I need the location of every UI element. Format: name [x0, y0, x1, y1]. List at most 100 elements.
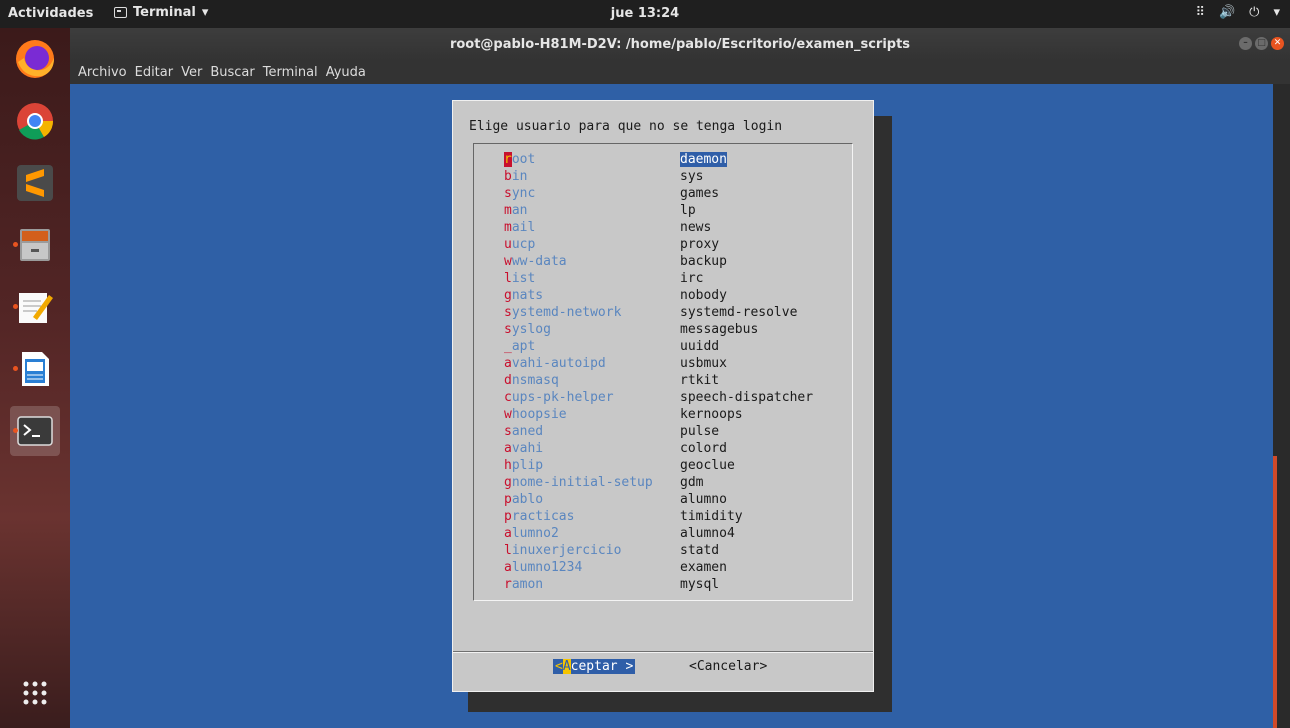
- list-item-description: irc: [680, 271, 704, 286]
- list-item[interactable]: _apt uuidd: [474, 339, 854, 356]
- clock[interactable]: jue 13:24: [611, 6, 679, 21]
- volume-icon[interactable]: 🔊: [1219, 5, 1235, 20]
- list-item-tag: _apt: [504, 339, 536, 354]
- list-item[interactable]: cups-pk-helper speech-dispatcher: [474, 390, 854, 407]
- accept-button[interactable]: <Aceptar >: [553, 659, 636, 674]
- menu-buscar[interactable]: Buscar: [210, 65, 254, 80]
- list-item-tag: saned: [504, 424, 544, 439]
- app-menu-button[interactable]: Terminal ▾: [114, 5, 208, 20]
- cancel-button[interactable]: <Cancelar>: [689, 659, 767, 674]
- list-item-description: geoclue: [680, 458, 735, 473]
- list-item[interactable]: ramon mysql: [474, 577, 854, 594]
- list-item-description: statd: [680, 543, 720, 558]
- list-item[interactable]: linuxerjercicio statd: [474, 543, 854, 560]
- list-item-tag: alumno1234: [504, 560, 583, 575]
- app-menu-label: Terminal: [133, 5, 196, 20]
- list-item-tag: ramon: [504, 577, 544, 592]
- list-item-tag: root: [504, 152, 536, 167]
- list-item[interactable]: pablo alumno: [474, 492, 854, 509]
- dialog-prompt: Elige usuario para que no se tenga login: [469, 119, 783, 134]
- list-item-description: alumno: [680, 492, 727, 507]
- sublime-text-icon[interactable]: [10, 158, 60, 208]
- list-item-tag: man: [504, 203, 528, 218]
- list-item-tag: cups-pk-helper: [504, 390, 614, 405]
- list-item-tag: hplip: [504, 458, 544, 473]
- list-item-tag: linuxerjercicio: [504, 543, 622, 558]
- chevron-down-icon[interactable]: ▾: [1273, 5, 1280, 20]
- close-button[interactable]: ✕: [1271, 37, 1284, 50]
- menu-ver[interactable]: Ver: [181, 65, 202, 80]
- list-item-description: alumno4: [680, 526, 735, 541]
- list-item[interactable]: avahi-autoipd usbmux: [474, 356, 854, 373]
- list-item[interactable]: sync games: [474, 186, 854, 203]
- menu-terminal[interactable]: Terminal: [263, 65, 318, 80]
- chrome-icon[interactable]: [10, 96, 60, 146]
- list-item-tag: whoopsie: [504, 407, 567, 422]
- list-item-description: speech-dispatcher: [680, 390, 814, 405]
- list-item[interactable]: alumno1234 examen: [474, 560, 854, 577]
- list-item[interactable]: gnome-initial-setup gdm: [474, 475, 854, 492]
- list-item-tag: alumno2: [504, 526, 559, 541]
- files-icon[interactable]: [10, 220, 60, 270]
- list-item-tag: uucp: [504, 237, 536, 252]
- list-item[interactable]: whoopsie kernoops: [474, 407, 854, 424]
- list-item[interactable]: mail news: [474, 220, 854, 237]
- minimize-button[interactable]: –: [1239, 37, 1252, 50]
- list-item-description: kernoops: [680, 407, 743, 422]
- chevron-down-icon: ▾: [201, 5, 209, 20]
- maximize-button[interactable]: □: [1255, 37, 1268, 50]
- list-item-description: pulse: [680, 424, 720, 439]
- scrollbar-thumb[interactable]: [1273, 456, 1277, 728]
- firefox-icon[interactable]: [10, 34, 60, 84]
- top-panel: Actividades Terminal ▾ jue 13:24 ⠿ 🔊 ⏻ ▾: [0, 0, 1290, 28]
- list-item[interactable]: root daemon: [474, 152, 854, 169]
- list-item-tag: systemd-network: [504, 305, 622, 320]
- list-item-description: systemd-resolve: [680, 305, 798, 320]
- list-item[interactable]: gnats nobody: [474, 288, 854, 305]
- list-item-description: rtkit: [680, 373, 720, 388]
- list-item-description: usbmux: [680, 356, 727, 371]
- list-item[interactable]: dnsmasq rtkit: [474, 373, 854, 390]
- list-item-tag: gnome-initial-setup: [504, 475, 653, 490]
- list-item[interactable]: syslog messagebus: [474, 322, 854, 339]
- list-item-description: colord: [680, 441, 727, 456]
- menu-editar[interactable]: Editar: [135, 65, 174, 80]
- list-item[interactable]: systemd-network systemd-resolve: [474, 305, 854, 322]
- list-item[interactable]: hplip geoclue: [474, 458, 854, 475]
- window-titlebar[interactable]: root@pablo-H81M-D2V: /home/pablo/Escrito…: [70, 28, 1290, 60]
- list-item[interactable]: practicas timidity: [474, 509, 854, 526]
- list-item-description: examen: [680, 560, 727, 575]
- menubar: Archivo Editar Ver Buscar Terminal Ayuda: [70, 60, 1290, 84]
- menu-archivo[interactable]: Archivo: [78, 65, 127, 80]
- list-item-tag: dnsmasq: [504, 373, 559, 388]
- list-item-description: daemon: [680, 152, 727, 167]
- list-item[interactable]: avahi colord: [474, 441, 854, 458]
- list-item[interactable]: uucp proxy: [474, 237, 854, 254]
- system-tray[interactable]: ⠿ 🔊 ⏻ ▾: [1195, 5, 1280, 20]
- terminal-small-icon: [114, 7, 127, 18]
- libreoffice-writer-icon[interactable]: [10, 344, 60, 394]
- list-item[interactable]: saned pulse: [474, 424, 854, 441]
- network-icon[interactable]: ⠿: [1195, 5, 1205, 20]
- list-item[interactable]: list irc: [474, 271, 854, 288]
- list-item-tag: avahi: [504, 441, 544, 456]
- power-icon[interactable]: ⏻: [1249, 5, 1259, 20]
- list-item-description: proxy: [680, 237, 720, 252]
- list-item-tag: www-data: [504, 254, 567, 269]
- list-item[interactable]: alumno2 alumno4: [474, 526, 854, 543]
- list-item-description: sys: [680, 169, 704, 184]
- terminal-icon[interactable]: [10, 406, 60, 456]
- activities-button[interactable]: Actividades: [8, 6, 93, 21]
- list-item-tag: mail: [504, 220, 536, 235]
- text-editor-icon[interactable]: [10, 282, 60, 332]
- show-apps-icon[interactable]: [10, 668, 60, 718]
- window-title: root@pablo-H81M-D2V: /home/pablo/Escrito…: [449, 37, 911, 52]
- list-item-description: news: [680, 220, 712, 235]
- list-item-tag: sync: [504, 186, 536, 201]
- list-item[interactable]: bin sys: [474, 169, 854, 186]
- menu-ayuda[interactable]: Ayuda: [326, 65, 366, 80]
- list-item[interactable]: www-data backup: [474, 254, 854, 271]
- list-item[interactable]: man lp: [474, 203, 854, 220]
- list-item-tag: list: [504, 271, 536, 286]
- user-list[interactable]: root daemon bin sys sync games man lp mail news uu…: [473, 143, 853, 601]
